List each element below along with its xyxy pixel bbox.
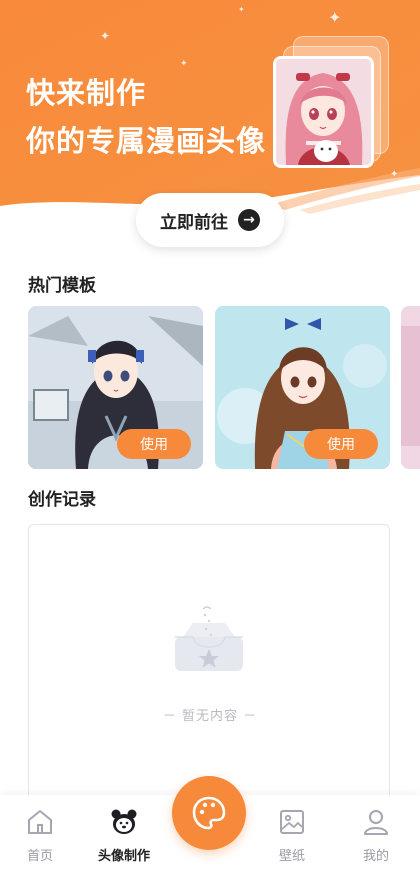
tab-wallpaper-label: 壁纸	[278, 849, 305, 864]
bear-icon	[111, 809, 137, 834]
anime-girl-pink-hair-icon	[276, 59, 371, 165]
sparkle-icon: ✦	[390, 169, 399, 180]
hot-templates-title: 热门模板	[28, 276, 96, 296]
create-center-button[interactable]	[172, 776, 246, 850]
creation-records-box: － 暂无内容 －	[28, 524, 390, 814]
go-now-label: 立即前往	[160, 212, 228, 233]
user-icon	[364, 810, 388, 835]
empty-box-icon	[175, 606, 243, 671]
sparkle-icon: ✦	[328, 8, 342, 27]
creation-records-title: 创作记录	[28, 490, 96, 510]
template-card-partial[interactable]	[401, 306, 420, 469]
use-template-button[interactable]: 使用	[304, 429, 378, 459]
tab-avatar-make[interactable]: 头像制作	[84, 807, 164, 864]
hero-title-line1: 快来制作	[26, 76, 147, 110]
use-template-button[interactable]: 使用	[117, 429, 191, 459]
empty-state-text: － 暂无内容 －	[162, 709, 258, 724]
tab-avatar-make-label: 头像制作	[97, 849, 150, 864]
home-icon	[28, 810, 52, 834]
palette-icon	[192, 796, 226, 830]
tab-mine[interactable]: 我的	[336, 807, 416, 864]
tab-home[interactable]: 首页	[0, 807, 80, 864]
sparkle-icon: ✦	[180, 59, 188, 69]
image-icon	[280, 810, 304, 834]
sparkle-icon: ✦	[238, 5, 245, 14]
tab-home-label: 首页	[26, 849, 53, 864]
hero-title-line2: 你的专属漫画头像	[26, 124, 267, 158]
template-card[interactable]: 使用	[28, 306, 203, 469]
sparkle-icon: ✦	[100, 29, 111, 43]
template-card[interactable]: 使用	[215, 306, 390, 469]
hero-anime-portrait	[273, 56, 374, 168]
template-peek-icon	[401, 306, 420, 469]
go-now-button[interactable]: 立即前往 →	[136, 193, 284, 247]
tab-mine-label: 我的	[362, 849, 389, 864]
arrow-right-icon: →	[238, 209, 260, 231]
tab-wallpaper[interactable]: 壁纸	[252, 807, 332, 864]
